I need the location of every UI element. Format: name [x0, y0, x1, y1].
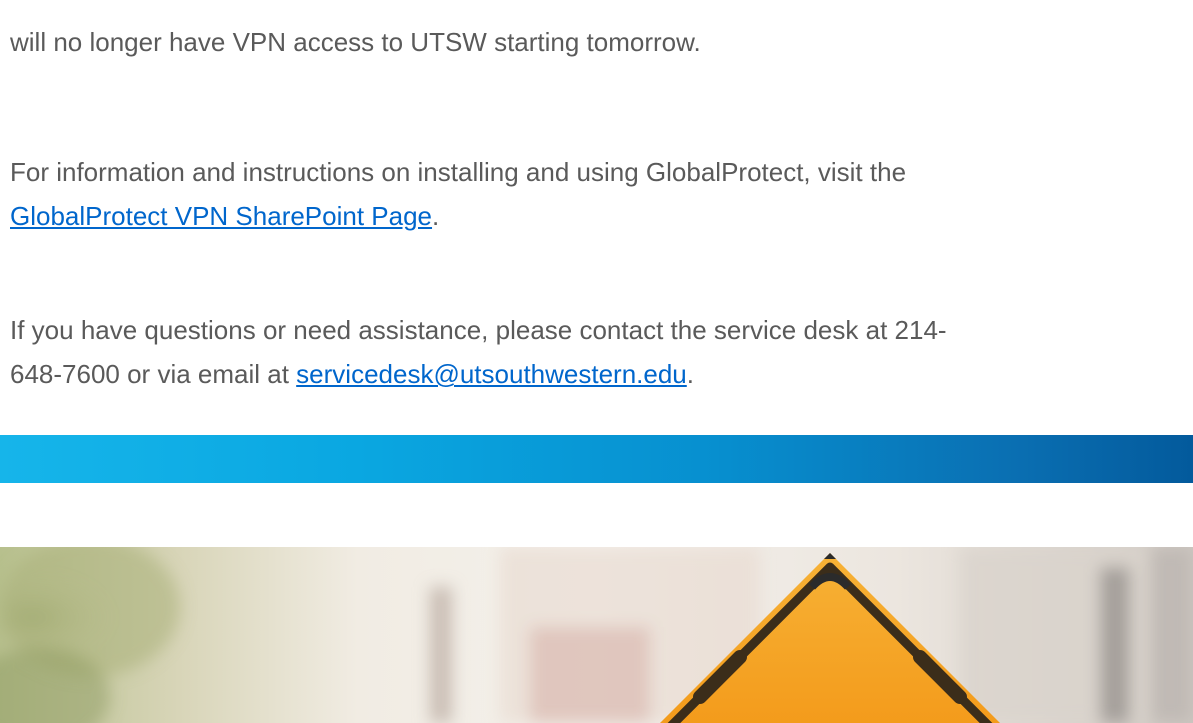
info-paragraph-period: . [432, 201, 440, 231]
contact-paragraph: If you have questions or need assistance… [10, 308, 947, 396]
gradient-divider-bar [0, 435, 1193, 483]
truncated-text-line [10, 0, 17, 14]
vpn-access-text: will no longer have VPN access to UTSW s… [10, 27, 701, 57]
info-paragraph: For information and instructions on inst… [10, 150, 906, 238]
contact-paragraph-line2: 648-7600 or via email at [10, 359, 297, 389]
servicedesk-email-link[interactable]: servicedesk@utsouthwestern.edu [296, 359, 687, 389]
contact-paragraph-period: . [686, 359, 695, 389]
vpn-access-sentence: will no longer have VPN access to UTSW s… [10, 20, 701, 64]
info-paragraph-text: For information and instructions on inst… [10, 157, 907, 187]
globalprotect-sharepoint-link[interactable]: GlobalProtect VPN SharePoint Page [10, 201, 432, 231]
contact-paragraph-line1: If you have questions or need assistance… [10, 315, 947, 345]
construction-warning-sign-photo [0, 547, 1193, 723]
